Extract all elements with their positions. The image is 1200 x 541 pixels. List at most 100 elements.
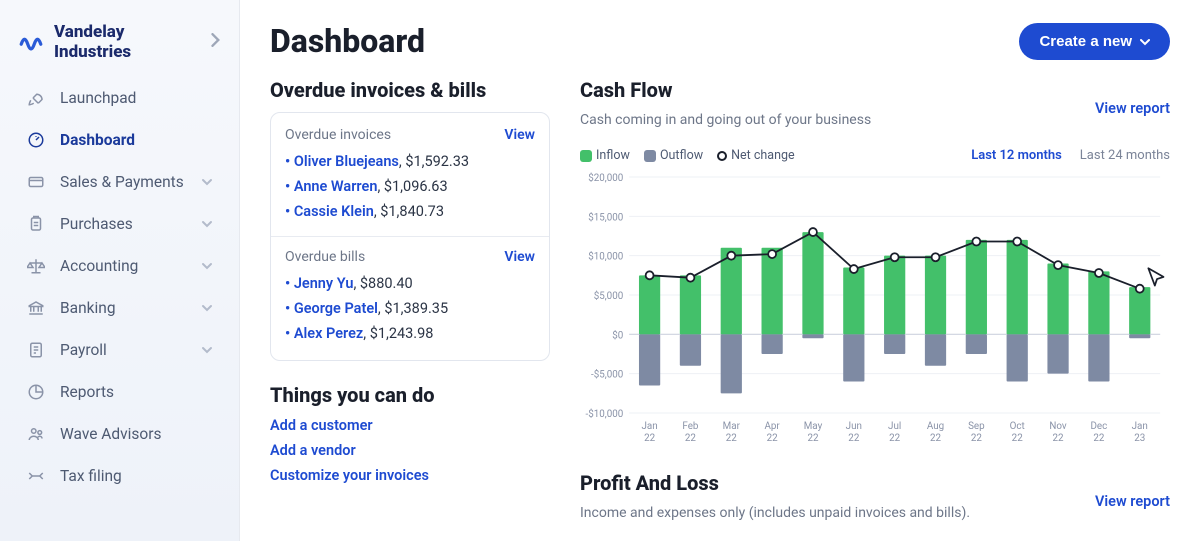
x-tick-label: Mar [723, 421, 741, 432]
x-tick-label: 23 [1134, 433, 1145, 444]
x-tick-label: Feb [682, 421, 698, 432]
net-point [932, 253, 940, 261]
y-tick-label: -$10,000 [585, 409, 623, 420]
cashflow-heading: Cash Flow [580, 78, 871, 102]
overdue-invoice-name[interactable]: Oliver Bluejeans [294, 153, 399, 170]
overdue-bills-view[interactable]: View [504, 249, 535, 265]
inflow-bar [884, 256, 905, 335]
inflow-bar [802, 232, 823, 334]
net-point [1013, 238, 1021, 246]
outflow-bar [680, 334, 701, 365]
x-tick-label: 22 [889, 433, 900, 444]
sidebar-item-tax-filing[interactable]: Tax filing [8, 456, 231, 496]
inflow-bar [966, 240, 987, 334]
x-tick-label: 22 [767, 433, 778, 444]
cashflow-chart: -$10,000-$5,000$0$5,000$10,000$15,000$20… [580, 169, 1170, 449]
overdue-bill-amount: , $1,389.35 [378, 300, 448, 317]
outflow-bar [721, 334, 742, 393]
action-add-a-vendor[interactable]: Add a vendor [270, 442, 550, 459]
create-new-button[interactable]: Create a new [1019, 23, 1170, 60]
outflow-bar [762, 334, 783, 354]
range-24[interactable]: Last 24 months [1080, 148, 1170, 163]
x-tick-label: Jul [888, 421, 901, 432]
overdue-invoice-amount: , $1,840.73 [374, 203, 444, 220]
page-title: Dashboard [270, 22, 425, 60]
logo-icon [18, 29, 44, 55]
legend-net: Net change [731, 148, 795, 163]
sidebar-item-reports[interactable]: Reports [8, 372, 231, 412]
y-tick-label: $20,000 [588, 173, 623, 184]
x-tick-label: 22 [807, 433, 818, 444]
sidebar-item-wave-advisors[interactable]: Wave Advisors [8, 414, 231, 454]
sidebar-item-sales-payments[interactable]: Sales & Payments [8, 162, 231, 202]
x-tick-label: Aug [927, 421, 944, 432]
net-point [727, 252, 735, 260]
inflow-bar [1007, 240, 1028, 334]
sidebar-item-label: Tax filing [60, 467, 122, 485]
action-add-a-customer[interactable]: Add a customer [270, 417, 550, 434]
x-tick-label: 22 [1053, 433, 1064, 444]
sidebar-item-payroll[interactable]: Payroll [8, 330, 231, 370]
legend-outflow: Outflow [660, 148, 703, 163]
x-tick-label: Sep [968, 421, 985, 432]
chevron-down-icon [201, 215, 213, 233]
outflow-bar [1088, 334, 1109, 381]
range-toggle: Last 12 months Last 24 months [971, 148, 1170, 163]
y-tick-label: $10,000 [588, 252, 623, 263]
x-tick-label: 22 [1093, 433, 1104, 444]
reports-icon [26, 382, 46, 402]
chevron-down-icon [1140, 33, 1150, 50]
action-customize-your-invoices[interactable]: Customize your invoices [270, 467, 550, 484]
sidebar-item-label: Reports [60, 383, 114, 401]
overdue-heading: Overdue invoices & bills [270, 78, 550, 102]
net-point [891, 253, 899, 261]
chevron-right-icon [211, 32, 221, 52]
sidebar-item-label: Accounting [60, 257, 138, 275]
company-switcher[interactable]: Vandelay Industries [0, 12, 239, 76]
x-tick-label: 22 [644, 433, 655, 444]
sidebar-item-label: Sales & Payments [60, 173, 184, 191]
sidebar-item-banking[interactable]: Banking [8, 288, 231, 328]
sidebar-item-launchpad[interactable]: Launchpad [8, 78, 231, 118]
overdue-invoice-name[interactable]: Anne Warren [294, 178, 378, 195]
outflow-bar [925, 334, 946, 365]
outflow-bar [843, 334, 864, 381]
create-new-label: Create a new [1039, 33, 1132, 50]
outflow-bar [1047, 334, 1068, 373]
overdue-bills-title: Overdue bills [285, 249, 365, 265]
x-tick-label: 22 [685, 433, 696, 444]
overdue-invoices-view[interactable]: View [504, 127, 535, 143]
chevron-down-icon [201, 341, 213, 359]
cashflow-view-report[interactable]: View report [1095, 100, 1170, 117]
sidebar-item-purchases[interactable]: Purchases [8, 204, 231, 244]
sidebar-item-accounting[interactable]: Accounting [8, 246, 231, 286]
overdue-bill-row: George Patel, $1,389.35 [285, 296, 535, 321]
x-tick-label: Apr [764, 421, 780, 432]
sidebar-item-dashboard[interactable]: Dashboard [8, 120, 231, 160]
overdue-bill-row: Jenny Yu, $880.40 [285, 271, 535, 296]
range-12[interactable]: Last 12 months [971, 148, 1062, 163]
overdue-invoice-name[interactable]: Cassie Klein [294, 203, 374, 220]
inflow-bar [843, 267, 864, 334]
overdue-bill-name[interactable]: Alex Perez [294, 325, 363, 342]
inflow-bar [925, 256, 946, 335]
overdue-bill-name[interactable]: Jenny Yu [294, 275, 354, 292]
net-point [850, 265, 858, 273]
net-point [687, 274, 695, 282]
net-point [768, 250, 776, 258]
paycheck-icon [26, 340, 46, 360]
x-tick-label: 22 [971, 433, 982, 444]
cashflow-sub: Cash coming in and going out of your bus… [580, 112, 871, 128]
inflow-bar [639, 275, 660, 334]
gauge-icon [26, 130, 46, 150]
x-tick-label: Jun [846, 421, 862, 432]
x-tick-label: 22 [1012, 433, 1023, 444]
x-tick-label: 22 [726, 433, 737, 444]
rocket-icon [26, 88, 46, 108]
inflow-swatch [580, 150, 592, 162]
main: Dashboard Create a new Overdue invoices … [240, 0, 1200, 541]
pl-view-report[interactable]: View report [1095, 493, 1170, 510]
overdue-bill-name[interactable]: George Patel [294, 300, 378, 317]
inflow-bar [1047, 264, 1068, 335]
chart-legend: Inflow Outflow Net change [580, 148, 795, 163]
